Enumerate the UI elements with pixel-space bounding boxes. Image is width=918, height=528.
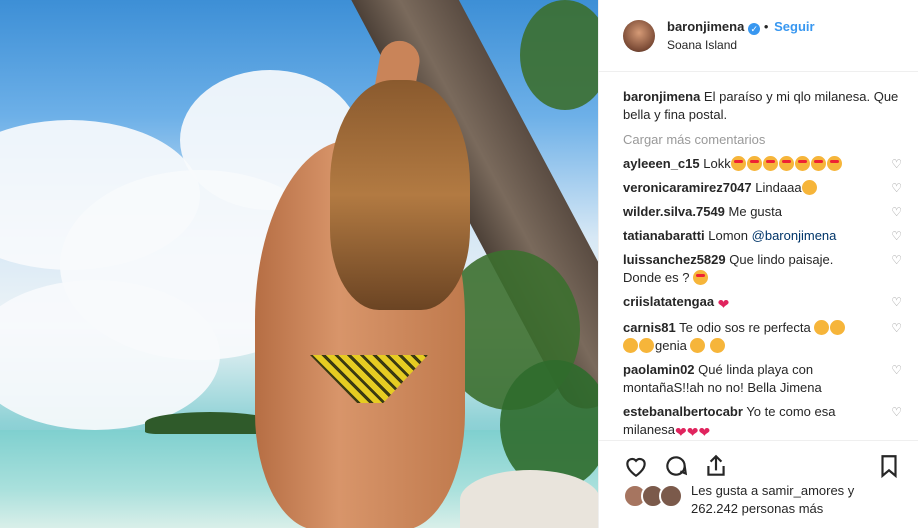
follow-button[interactable]: Seguir <box>774 19 814 34</box>
comment-heart-icon[interactable]: ♡ <box>891 253 902 267</box>
sad-emoji-icon <box>830 320 846 335</box>
comment-username[interactable]: carnis81 <box>623 320 676 335</box>
liker-avatar <box>659 484 683 508</box>
follow-separator: • <box>763 19 769 34</box>
load-more-comments-button[interactable]: Cargar más comentarios <box>623 132 902 147</box>
likes-count[interactable]: Les gusta a samir_amores y 262.242 perso… <box>691 482 902 518</box>
caption: baronjimena El paraíso y mi qlo milanesa… <box>623 88 902 124</box>
comment-item: luissanchez5829 Que lindo paisaje. Donde… <box>623 251 902 287</box>
comment-item: veronicaramirez7047 Lindaaa ♡ <box>623 179 902 197</box>
share-icon[interactable] <box>703 453 729 479</box>
comment-heart-icon[interactable]: ♡ <box>891 321 902 335</box>
crying-emoji-icon <box>639 338 654 353</box>
comment-item: tatianabaratti Lomon @baronjimena ♡ <box>623 227 902 245</box>
heart-icon[interactable] <box>623 453 649 479</box>
caption-username[interactable]: baronjimena <box>623 89 700 104</box>
comment-item: carnis81 Te odio sos re perfecta genia ♡ <box>623 319 902 355</box>
comment-item: paolamin02 Qué linda playa con montañaS!… <box>623 361 902 397</box>
comment-item: ayleeen_c15 Lokk ♡ <box>623 155 902 173</box>
comment-username[interactable]: estebanalbertocabr <box>623 404 743 419</box>
comment-heart-icon[interactable]: ♡ <box>891 295 902 309</box>
comment-text: Me gusta <box>728 204 783 219</box>
comment-username[interactable]: paolamin02 <box>623 362 695 377</box>
comment-text-2: genia <box>655 338 687 353</box>
comment-heart-icon[interactable]: ♡ <box>891 205 902 219</box>
action-bar <box>599 440 918 484</box>
crying-emoji-icon <box>623 338 638 353</box>
post-header: baronjimena ✓ • Seguir Soana Island <box>599 0 918 72</box>
location-link[interactable]: Soana Island <box>667 38 815 52</box>
verified-badge-icon: ✓ <box>748 23 761 35</box>
comment-username[interactable]: wilder.silva.7549 <box>623 204 725 219</box>
heart-eyes-emoji-icon <box>730 156 843 171</box>
comment-username[interactable]: luissanchez5829 <box>623 252 726 267</box>
clap-emoji-icon <box>690 338 706 353</box>
post-photo[interactable] <box>0 0 598 528</box>
comment-icon[interactable] <box>663 453 689 479</box>
heart-eyes-emoji-icon <box>693 270 709 285</box>
comment-username[interactable]: veronicaramirez7047 <box>623 180 752 195</box>
comment-text: Te odio sos re perfecta <box>679 320 811 335</box>
muscle-emoji-icon <box>710 338 726 353</box>
comment-item: estebanalbertocabr Yo te como esa milane… <box>623 403 902 436</box>
comments-list: baronjimena El paraíso y mi qlo milanesa… <box>599 72 918 436</box>
post-sidebar: baronjimena ✓ • Seguir Soana Island baron… <box>598 0 918 528</box>
sweat-smile-emoji-icon <box>814 320 830 335</box>
comment-item: wilder.silva.7549 Me gusta ♡ <box>623 203 902 221</box>
comment-heart-icon[interactable]: ♡ <box>891 157 902 171</box>
liker-avatars[interactable] <box>623 484 683 508</box>
comment-username[interactable]: ayleeen_c15 <box>623 156 700 171</box>
avatar[interactable] <box>623 19 655 52</box>
comment-heart-icon[interactable]: ♡ <box>891 363 902 377</box>
username-link[interactable]: baronjimena <box>667 19 744 34</box>
comment-username[interactable]: tatianabaratti <box>623 228 705 243</box>
instagram-post: baronjimena ✓ • Seguir Soana Island baron… <box>0 0 918 528</box>
comment-heart-icon[interactable]: ♡ <box>891 181 902 195</box>
comment-item: criislatatengaa ❤ ♡ <box>623 293 902 313</box>
bookmark-icon[interactable] <box>876 453 902 479</box>
red-heart-emoji-icon: ❤ <box>717 296 730 312</box>
red-heart-emoji-icon: ❤❤❤ <box>675 424 711 436</box>
comment-heart-icon[interactable]: ♡ <box>891 229 902 243</box>
mention-link[interactable]: @baronjimena <box>752 228 837 243</box>
comment-text: Lomon <box>708 228 749 243</box>
smile-emoji-icon <box>801 180 817 195</box>
comment-text: Lokk <box>703 156 731 171</box>
comment-username[interactable]: criislatatengaa <box>623 294 714 309</box>
comment-text: Lindaaa <box>755 180 802 195</box>
likes-section: Les gusta a samir_amores y 262.242 perso… <box>623 482 902 518</box>
comment-heart-icon[interactable]: ♡ <box>891 405 902 419</box>
